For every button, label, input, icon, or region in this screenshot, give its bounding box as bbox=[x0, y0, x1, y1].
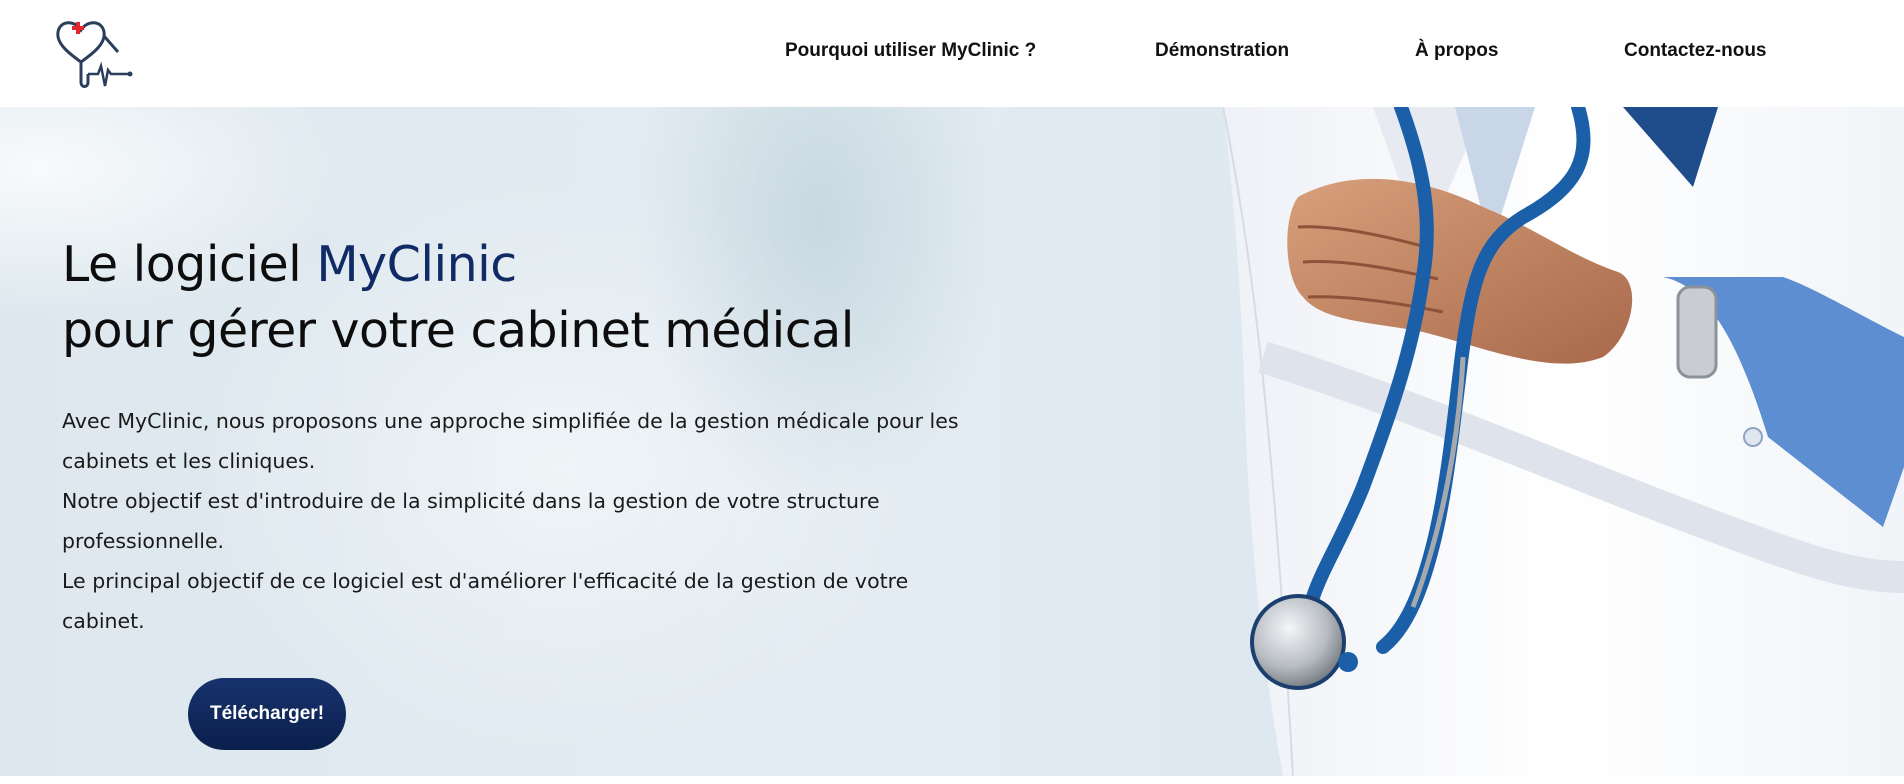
hero-title-brand: MyClinic bbox=[316, 236, 517, 293]
doctor-with-stethoscope-image bbox=[1223, 107, 1904, 776]
nav-link-contact[interactable]: Contactez-nous bbox=[1624, 40, 1767, 62]
nav-link-a-propos[interactable]: À propos bbox=[1415, 40, 1498, 62]
nav-link-pourquoi[interactable]: Pourquoi utiliser MyClinic ? bbox=[785, 40, 1036, 62]
hero-title: Le logiciel MyClinic pour gérer votre ca… bbox=[62, 232, 854, 364]
site-header: Pourquoi utiliser MyClinic ? Démonstrati… bbox=[0, 0, 1904, 107]
hero-description: Avec MyClinic, nous proposons une approc… bbox=[62, 401, 962, 641]
hero-section: Le logiciel MyClinic pour gérer votre ca… bbox=[0, 107, 1904, 776]
hero-paragraph-1: Avec MyClinic, nous proposons une approc… bbox=[62, 409, 959, 473]
nav-link-demonstration[interactable]: Démonstration bbox=[1155, 40, 1289, 62]
hero-title-prefix: Le logiciel bbox=[62, 236, 317, 293]
hero-paragraph-2: Notre objectif est d'introduire de la si… bbox=[62, 489, 880, 553]
stethoscope-heart-logo-icon[interactable] bbox=[48, 12, 138, 94]
download-button[interactable]: Télécharger! bbox=[188, 678, 346, 750]
hero-title-line2: pour gérer votre cabinet médical bbox=[62, 302, 854, 359]
hero-paragraph-3: Le principal objectif de ce logiciel est… bbox=[62, 569, 909, 633]
